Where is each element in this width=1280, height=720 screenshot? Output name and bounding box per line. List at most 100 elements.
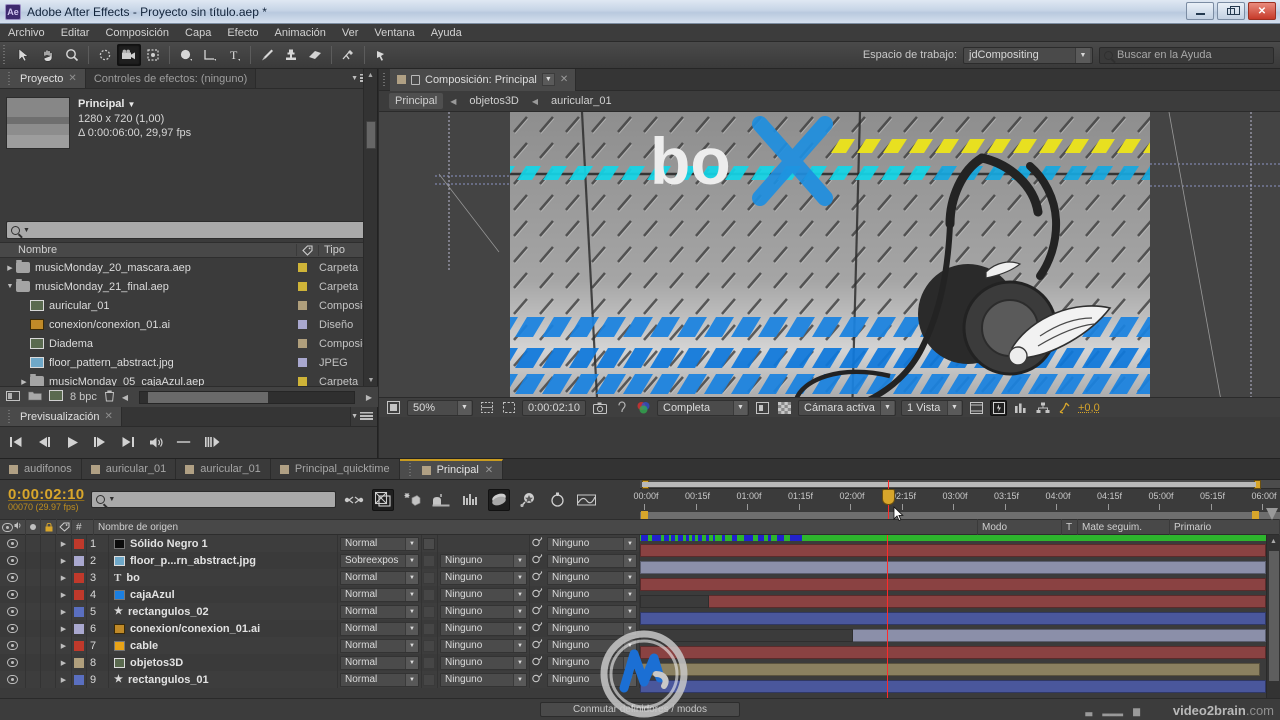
parent-select[interactable]: Ninguno ▼ bbox=[547, 655, 637, 670]
breadcrumb-item-auricular01[interactable]: auricular_01 bbox=[545, 93, 618, 109]
preserve-transparency-toggle[interactable] bbox=[422, 603, 438, 620]
layer-row[interactable]: ▶ 5 ★ rectangulos_02 Normal ▼ Ninguno ▼ Ninguno ▼ bbox=[0, 603, 640, 620]
layer-name[interactable]: conexion/conexion_01.ai bbox=[109, 620, 338, 637]
audio-toggle[interactable] bbox=[26, 535, 41, 552]
layer-duration-bar[interactable] bbox=[640, 578, 1266, 591]
layer-disclosure-triangle-icon[interactable]: ▶ bbox=[56, 535, 72, 552]
chevron-down-icon[interactable]: ▼ bbox=[128, 100, 136, 109]
pan-behind-tool-icon[interactable] bbox=[141, 44, 165, 66]
always-preview-icon[interactable] bbox=[385, 400, 402, 416]
layer-name[interactable]: cajaAzul bbox=[109, 586, 338, 603]
work-area-bar[interactable] bbox=[642, 482, 1256, 487]
rotation-tool-icon[interactable] bbox=[93, 44, 117, 66]
parent-select[interactable]: Ninguno ▼ bbox=[547, 638, 637, 653]
layer-mode-select[interactable]: Normal ▼ bbox=[338, 620, 422, 637]
project-item-row[interactable]: Diadema Composición bbox=[0, 334, 377, 353]
parent-select[interactable]: Ninguno ▼ bbox=[547, 570, 637, 585]
track-matte-select[interactable]: Ninguno ▼ bbox=[440, 570, 527, 585]
solo-toggle[interactable] bbox=[41, 535, 56, 552]
region-of-interest-icon[interactable] bbox=[500, 400, 517, 416]
layer-label-color[interactable] bbox=[72, 637, 87, 654]
audio-toggle[interactable] bbox=[26, 654, 41, 671]
next-frame-button[interactable] bbox=[92, 434, 108, 450]
solo-toggle[interactable] bbox=[41, 586, 56, 603]
motion-sketch-icon[interactable] bbox=[575, 489, 597, 511]
layer-parent[interactable]: Ninguno ▼ bbox=[530, 569, 640, 586]
track-matte-select[interactable]: Ninguno ▼ bbox=[440, 638, 527, 653]
track-area[interactable] bbox=[640, 535, 1266, 715]
scrollbar-thumb[interactable] bbox=[148, 391, 269, 403]
layer-name[interactable]: Sólido Negro 1 bbox=[109, 535, 338, 552]
bit-depth-label[interactable]: 8 bpc bbox=[70, 391, 97, 403]
timeline-tab-principalquicktime[interactable]: Principal_quicktime bbox=[270, 459, 400, 479]
layer-mode-select[interactable]: Normal ▼ bbox=[338, 586, 422, 603]
toolbar-grip-icon[interactable] bbox=[2, 45, 9, 65]
layer-track-matte[interactable]: Ninguno ▼ bbox=[438, 603, 530, 620]
audio-toggle[interactable] bbox=[26, 552, 41, 569]
parent-pickwhip-icon[interactable] bbox=[532, 638, 543, 653]
layer-label-color[interactable] bbox=[72, 603, 87, 620]
layer-mode-select[interactable]: Normal ▼ bbox=[338, 603, 422, 620]
last-frame-button[interactable] bbox=[120, 434, 136, 450]
delete-icon[interactable] bbox=[104, 390, 115, 405]
parent-pickwhip-icon[interactable] bbox=[532, 553, 543, 568]
audio-toggle[interactable] bbox=[26, 603, 41, 620]
close-icon[interactable]: ✕ bbox=[68, 73, 76, 84]
close-button[interactable]: ✕ bbox=[1248, 2, 1276, 20]
parent-pickwhip-icon[interactable] bbox=[532, 570, 543, 585]
scroll-right-icon[interactable]: ▶ bbox=[366, 393, 378, 402]
layer-duration-bar[interactable] bbox=[640, 595, 1266, 608]
menu-item-ayuda[interactable]: Ayuda bbox=[423, 24, 470, 42]
layer-row[interactable]: ▶ 9 ★ rectangulos_01 Normal ▼ Ninguno ▼ Ninguno ▼ bbox=[0, 671, 640, 688]
layer-mode-select[interactable]: Normal ▼ bbox=[338, 671, 422, 688]
menu-item-composicin[interactable]: Composición bbox=[97, 24, 177, 42]
brainstorm-icon[interactable] bbox=[517, 489, 539, 511]
pen-tool-icon[interactable] bbox=[198, 44, 222, 66]
layer-disclosure-triangle-icon[interactable]: ▶ bbox=[56, 620, 72, 637]
breadcrumb-item-principal[interactable]: Principal bbox=[389, 93, 444, 109]
solo-toggle[interactable] bbox=[41, 552, 56, 569]
layer-label-color[interactable] bbox=[72, 671, 87, 688]
layer-duration-bar[interactable] bbox=[640, 663, 1260, 676]
disclosure-triangle-icon[interactable]: ▶ bbox=[18, 378, 30, 386]
layer-parent[interactable]: Ninguno ▼ bbox=[530, 535, 640, 552]
exposure-value[interactable]: +0,0 bbox=[1078, 402, 1100, 414]
ram-preview-button[interactable] bbox=[204, 434, 220, 450]
label-color-swatch[interactable] bbox=[298, 320, 307, 329]
track-matte-select[interactable]: Ninguno ▼ bbox=[440, 604, 527, 619]
current-time-display[interactable]: 0:00:02:10 bbox=[522, 399, 586, 416]
project-item-row[interactable]: ▶ musicMonday_20_mascara.aep Carpeta bbox=[0, 258, 377, 277]
parent-header[interactable]: Primario bbox=[1170, 519, 1280, 535]
composition-viewer[interactable]: bo 50% ▼ 0:00:02:10 Completa ▼ Cámara ac… bbox=[379, 112, 1280, 417]
preserve-transparency-toggle[interactable] bbox=[422, 671, 438, 688]
layer-row[interactable]: ▶ 4 cajaAzul Normal ▼ Ninguno ▼ Ninguno ▼ bbox=[0, 586, 640, 603]
timeline-tab-auricular01[interactable]: auricular_01 bbox=[81, 459, 177, 479]
comp-flowchart-icon[interactable] bbox=[1034, 400, 1051, 416]
timeline-ruler[interactable]: 00:00f 00:15f 01:00f 01:15f 02:00f 02:15f 03:0… bbox=[633, 480, 1280, 522]
layer-label-color[interactable] bbox=[72, 586, 87, 603]
label-color-swatch[interactable] bbox=[298, 358, 307, 367]
hide-shy-layers-icon[interactable] bbox=[401, 489, 423, 511]
transparency-grid-icon[interactable] bbox=[776, 400, 793, 416]
layer-parent[interactable]: Ninguno ▼ bbox=[530, 671, 640, 688]
project-search-input[interactable]: ▼ bbox=[6, 221, 371, 239]
tab-previsualizacion[interactable]: Previsualización ✕ bbox=[0, 407, 122, 426]
text-tool-icon[interactable]: T bbox=[222, 44, 246, 66]
exposure-reset-icon[interactable] bbox=[1056, 400, 1073, 416]
draft-3d-icon[interactable] bbox=[372, 488, 395, 511]
solo-toggle[interactable] bbox=[41, 603, 56, 620]
clone-stamp-tool-icon[interactable] bbox=[279, 44, 303, 66]
preserve-transparency-toggle[interactable] bbox=[422, 552, 438, 569]
layer-name[interactable]: objetos3D bbox=[109, 654, 338, 671]
source-name-header[interactable]: Nombre de origen bbox=[94, 519, 978, 535]
audio-toggle[interactable] bbox=[26, 637, 41, 654]
solo-toggle[interactable] bbox=[41, 569, 56, 586]
track-matte-select[interactable]: Ninguno ▼ bbox=[440, 621, 527, 636]
disclosure-triangle-icon[interactable]: ▶ bbox=[4, 264, 16, 272]
layer-track-matte[interactable]: Ninguno ▼ bbox=[438, 620, 530, 637]
video-visibility-toggle[interactable] bbox=[0, 603, 26, 620]
loop-options-icon[interactable] bbox=[176, 434, 192, 450]
menu-item-ver[interactable]: Ver bbox=[334, 24, 367, 42]
layer-disclosure-triangle-icon[interactable]: ▶ bbox=[56, 552, 72, 569]
layer-row[interactable]: ▶ 2 floor_p...rn_abstract.jpg Sobreexpos ▼ Ni… bbox=[0, 552, 640, 569]
